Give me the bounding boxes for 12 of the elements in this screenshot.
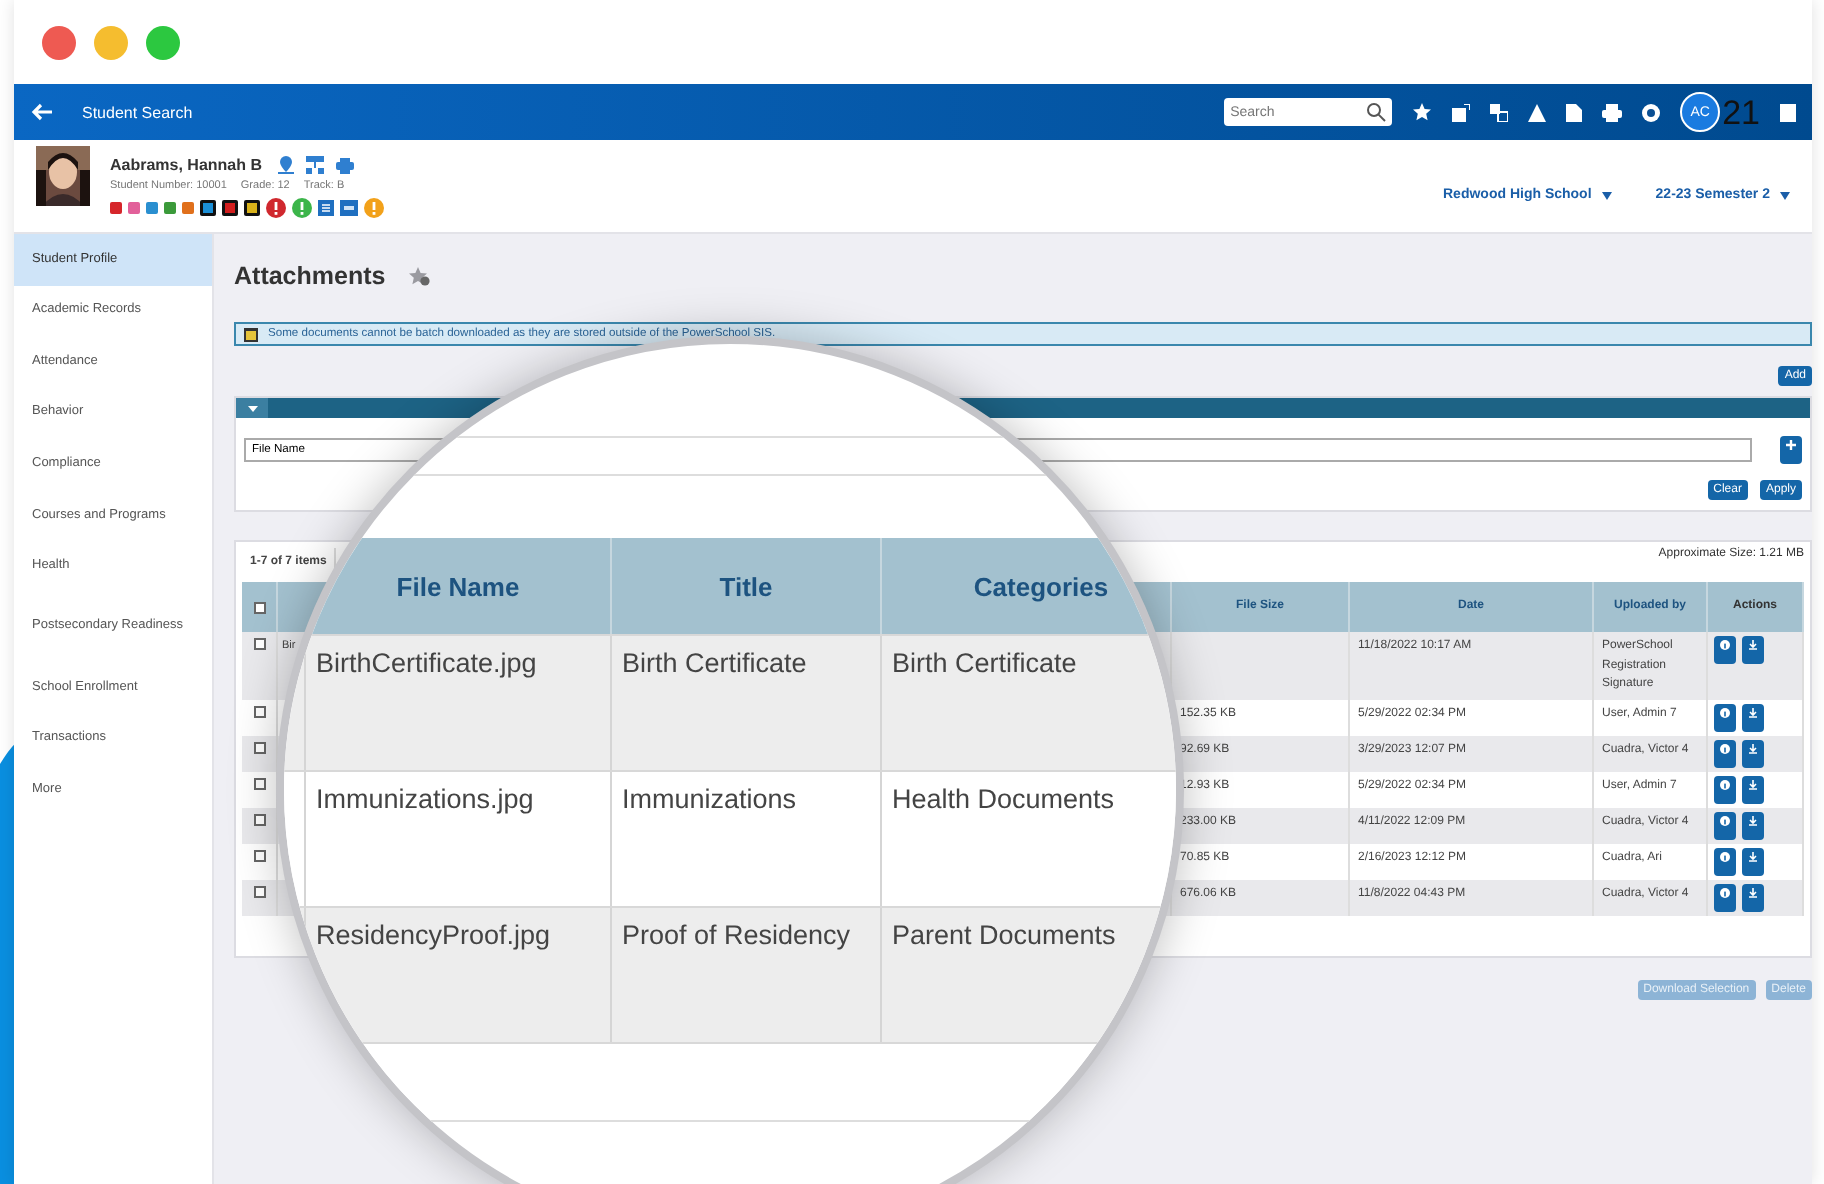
- table-cell: Health Documents: [892, 784, 1115, 814]
- table-cell: Immunizations: [622, 784, 797, 814]
- table-cell: Birth Certificate: [892, 648, 1077, 678]
- table-cell: Proof of Residency: [622, 920, 851, 950]
- badge-number: 21: [1722, 95, 1760, 129]
- table-cell: Immunizations.jpg: [316, 784, 534, 814]
- table-cell: BirthCertificate.jpg: [316, 648, 537, 678]
- table-cell: Parent Documents: [892, 920, 1116, 950]
- table-cell: ResidencyProof.jpg: [316, 920, 551, 950]
- page-title: Attachments: [234, 262, 386, 290]
- student-name: Aabrams, Hannah B: [110, 156, 263, 174]
- table-cell: Birth Certificate: [622, 648, 807, 678]
